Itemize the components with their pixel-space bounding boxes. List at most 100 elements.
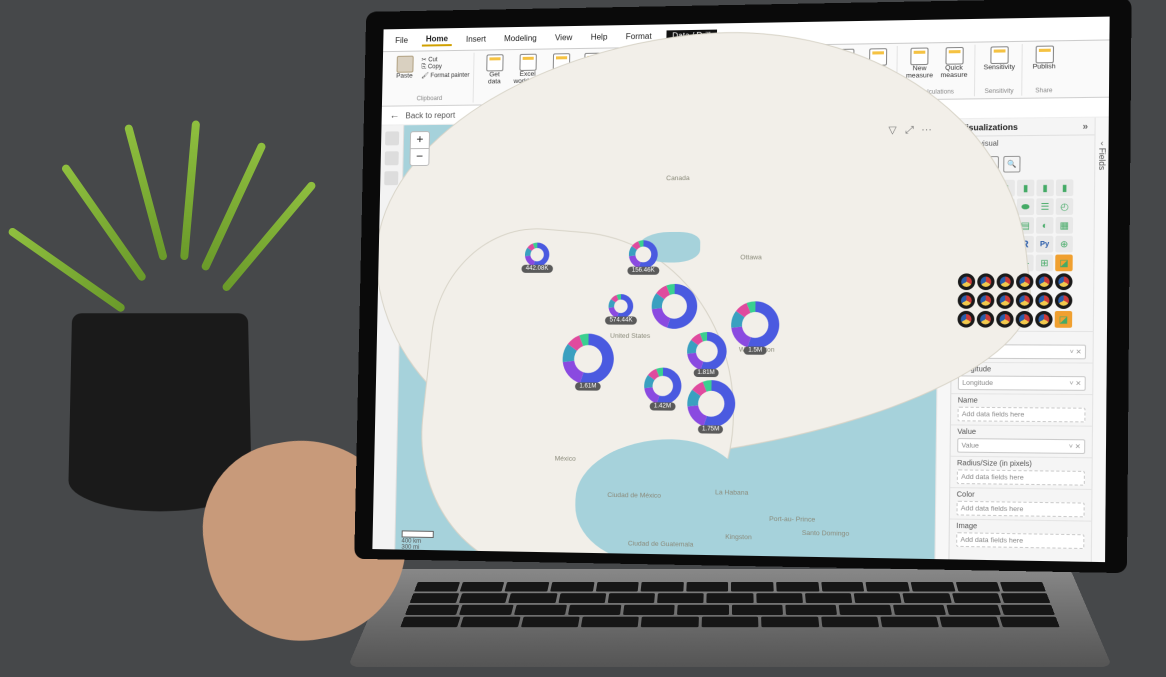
filter-icon[interactable]: ▽ [886, 124, 899, 136]
field-well-label: Color [957, 491, 1085, 500]
custom-visual-icon[interactable] [957, 311, 974, 328]
new-measure-button[interactable]: New measure [904, 46, 936, 80]
viz-type-icon[interactable]: ◴ [1056, 198, 1074, 215]
map-donut-marker[interactable]: 1.5M [731, 301, 780, 348]
menu-view[interactable]: View [551, 31, 577, 42]
field-well: Name Add data fields here [951, 393, 1092, 426]
field-well-slot[interactable]: Longitude˅ ✕ [958, 375, 1086, 390]
custom-visual-icon[interactable] [977, 292, 994, 309]
get-data-button[interactable]: Get data [480, 53, 509, 86]
donut-value-label: 156.46K [628, 266, 659, 274]
more-options-icon[interactable]: ⋯ [920, 124, 933, 137]
visualizations-header[interactable]: Visualizations » [954, 118, 1094, 137]
field-well-label: Name [958, 397, 1086, 405]
ribbon-group-title: Share [1035, 88, 1052, 94]
map-donut-marker[interactable]: 1.61M [562, 334, 614, 385]
donut-value-label: 442.08K [522, 264, 553, 272]
field-well-label: Radius/Size (in pixels) [957, 460, 1085, 469]
sensitivity-button[interactable]: Sensitivity [981, 45, 1017, 73]
custom-visual-icon[interactable] [997, 273, 1014, 290]
back-to-report-link[interactable]: Back to report [405, 110, 455, 120]
custom-visual-icon[interactable] [1016, 292, 1033, 309]
keyboard [391, 582, 1069, 651]
model-view-icon[interactable] [384, 171, 398, 185]
viz-py-icon[interactable]: Py [1036, 236, 1054, 253]
map-donut-marker[interactable]: 442.08K [525, 242, 550, 266]
viz-type-icon[interactable]: ☰ [1036, 198, 1053, 215]
analytics-tab[interactable]: 🔍 [1003, 156, 1020, 173]
field-well: Color Add data fields here [950, 487, 1091, 521]
viz-type-icon[interactable]: ◪ [1055, 255, 1073, 272]
back-arrow-icon[interactable]: ← [390, 110, 400, 121]
menu-modeling[interactable]: Modeling [500, 32, 541, 44]
map-donut-marker[interactable]: 1.42M [644, 368, 682, 405]
data-view-icon[interactable] [385, 151, 399, 165]
map-label: Ottawa [740, 254, 762, 261]
map-donut-marker[interactable]: 1.81M [686, 332, 726, 371]
publish-button[interactable]: Publish [1029, 44, 1060, 72]
map-donut-marker[interactable]: 574.44K [609, 295, 634, 319]
custom-visual-icon[interactable] [1035, 273, 1053, 290]
menu-file[interactable]: File [391, 34, 412, 45]
ribbon-group-sensitivity: Sensitivity Sensitivity [977, 44, 1023, 96]
custom-visual-icon[interactable] [1055, 273, 1073, 290]
report-view-icon[interactable] [385, 131, 399, 145]
map-label: Ciudad de Guatemala [628, 541, 694, 549]
custom-visual-icon[interactable] [1016, 311, 1033, 328]
custom-visual-icon[interactable] [1016, 273, 1033, 290]
custom-visual-icon[interactable] [958, 292, 975, 309]
menu-help[interactable]: Help [587, 31, 612, 42]
field-well-slot[interactable]: Add data fields here [957, 407, 1085, 423]
field-well-slot[interactable]: Add data fields here [956, 532, 1084, 549]
custom-visual-icon[interactable] [1035, 311, 1053, 328]
custom-visual-icon[interactable] [996, 311, 1013, 328]
cut-button[interactable]: ✂ Cut [422, 55, 470, 63]
quick-measure-button[interactable]: Quick measure [938, 46, 970, 80]
viz-type-icon[interactable]: ▦ [1056, 217, 1074, 234]
field-well-label: Value [957, 429, 1085, 438]
viz-type-icon[interactable]: ⊞ [1036, 255, 1054, 272]
fields-pane-title: Fields [1097, 148, 1107, 170]
chevron-down-icon: ˅ ✕ [1069, 379, 1081, 387]
custom-visual-icon[interactable] [996, 292, 1013, 309]
menu-insert[interactable]: Insert [462, 33, 490, 44]
viz-type-icon[interactable]: ▮ [1036, 179, 1053, 196]
zoom-in-button[interactable]: + [411, 132, 429, 149]
ribbon-group-clipboard: Paste ✂ Cut ⎘ Copy 🖌 Format painter Clip… [386, 53, 475, 104]
donut-value-label: 574.44K [605, 317, 636, 325]
format-painter-button[interactable]: 🖌 Format painter [421, 71, 469, 79]
viz-type-icon[interactable]: ▮ [1017, 180, 1034, 197]
viz-type-icon[interactable]: ◪ [1055, 311, 1073, 328]
paste-button[interactable]: Paste [390, 55, 418, 82]
chevron-right-icon: » [1083, 121, 1089, 131]
donut-value-label: 1.5M [744, 346, 766, 354]
field-well-label: Image [956, 523, 1084, 532]
chevron-down-icon: ˅ ✕ [1070, 348, 1082, 356]
viz-type-icon[interactable]: ⬬ [1017, 198, 1034, 215]
focus-mode-icon[interactable]: ⤢ [903, 124, 916, 136]
custom-visual-icon[interactable] [977, 311, 994, 328]
field-well: Radius/Size (in pixels) Add data fields … [950, 456, 1091, 489]
viz-type-icon[interactable]: ▮ [1056, 179, 1074, 196]
map-visual[interactable]: Canada United States México Ciudad de Mé… [395, 119, 939, 562]
copy-button[interactable]: ⎘ Copy [421, 63, 469, 71]
zoom-out-button[interactable]: − [410, 149, 428, 165]
ribbon-group-share: Publish Share [1024, 43, 1063, 95]
donut-value-label: 1.42M [650, 402, 676, 410]
viz-type-icon[interactable]: ◐ [1036, 217, 1053, 234]
custom-visual-icon[interactable] [1035, 292, 1053, 309]
menu-home[interactable]: Home [422, 33, 452, 46]
custom-visual-icon[interactable] [1055, 292, 1073, 309]
field-well-slot[interactable]: Add data fields here [957, 469, 1085, 485]
field-well-slot[interactable]: Add data fields here [956, 501, 1084, 518]
chevron-left-icon: ‹ [1101, 138, 1104, 147]
field-well: Value Value˅ ✕ [951, 424, 1092, 457]
map-donut-marker[interactable]: 156.46K [629, 240, 658, 269]
field-well: Image Add data fields here [950, 518, 1092, 552]
map-donut-marker[interactable] [652, 284, 698, 329]
custom-visual-icon[interactable] [977, 273, 994, 290]
custom-visual-icon[interactable] [958, 273, 975, 290]
map-donut-marker[interactable]: 1.75M [687, 380, 736, 428]
viz-type-icon[interactable]: ⊕ [1055, 236, 1073, 253]
field-well-slot[interactable]: Value˅ ✕ [957, 438, 1085, 454]
